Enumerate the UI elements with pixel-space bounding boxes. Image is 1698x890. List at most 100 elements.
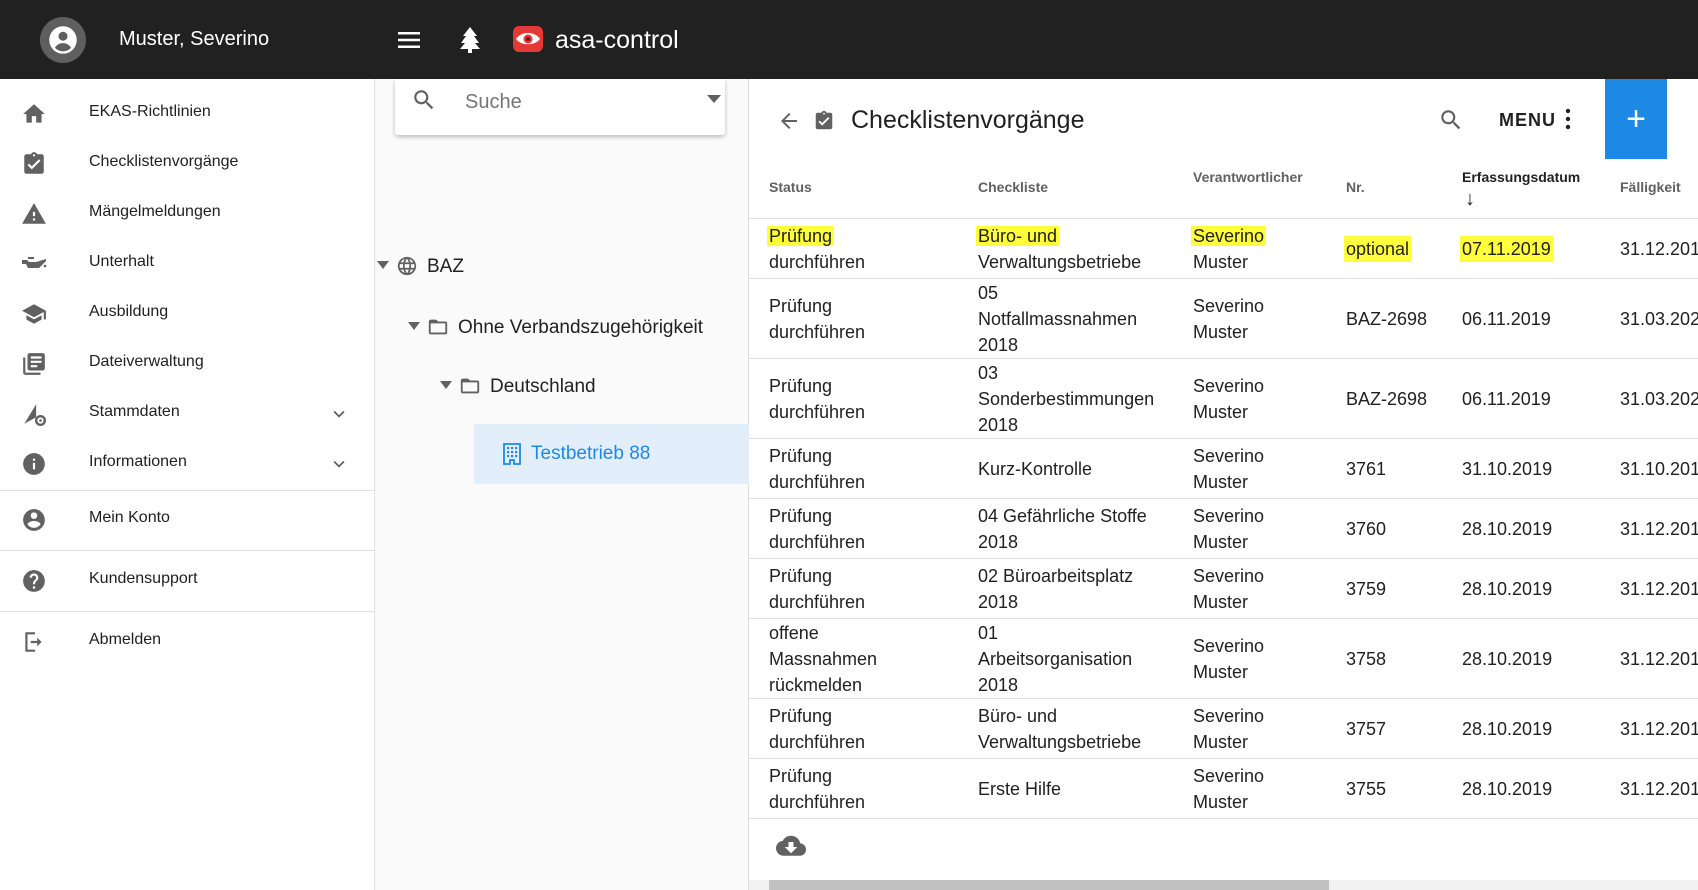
sidebar-item-informationen[interactable]: Informationen bbox=[0, 438, 374, 488]
cell-status: Prüfung durchführen bbox=[769, 703, 865, 755]
arrow-back-icon[interactable] bbox=[776, 109, 802, 133]
dropdown-arrow-icon[interactable] bbox=[707, 95, 721, 103]
tree-node-ohne-verbandszugehoerigkeit[interactable]: Ohne Verbandszugehörigkeit bbox=[406, 310, 726, 344]
column-header-verantwortlicher[interactable]: Verantwortlicher bbox=[1193, 169, 1303, 185]
cell-line: Prüfung bbox=[769, 506, 833, 526]
eye-logo-icon bbox=[513, 26, 543, 52]
page-header: Checklistenvorgänge MENU + bbox=[749, 79, 1698, 159]
sidebar-item-checklistenvorgaenge[interactable]: Checklistenvorgänge bbox=[0, 138, 374, 188]
table-row[interactable]: Prüfung durchführen 05 Notfallmassnahmen 20… bbox=[749, 279, 1698, 359]
cell-line: durchführen bbox=[769, 472, 866, 492]
add-label: + bbox=[1626, 100, 1646, 138]
sidebar-item-maengelmeldungen[interactable]: Mängelmeldungen bbox=[0, 188, 374, 238]
account-circle-icon bbox=[49, 26, 77, 54]
cloud-download-icon[interactable] bbox=[776, 834, 806, 860]
cell-verantwortlicher: Severino Muster bbox=[1193, 563, 1264, 615]
sort-arrow-down-icon[interactable]: ↓ bbox=[1465, 188, 1475, 211]
cell-verantwortlicher: Severino Muster bbox=[1191, 223, 1267, 275]
table-row[interactable]: Prüfung durchführen 02 Büroarbeitsplatz 20… bbox=[749, 559, 1698, 619]
sidebar-item-abmelden[interactable]: Abmelden bbox=[0, 616, 374, 666]
cell-line: Büro- und bbox=[976, 226, 1060, 246]
help-icon bbox=[23, 570, 45, 592]
cell-line: Verwaltungsbetriebe bbox=[978, 252, 1142, 272]
tree-node-baz[interactable]: BAZ bbox=[375, 249, 575, 283]
cell-line: Notfallmassnahmen bbox=[978, 309, 1138, 329]
cell-faelligkeit: 31.12.201 bbox=[1620, 239, 1698, 259]
brand-logo bbox=[512, 25, 544, 53]
cell-line: 05 bbox=[978, 283, 999, 303]
sidebar-item-label: Abmelden bbox=[89, 631, 162, 648]
tree-node-testbetrieb-88[interactable]: Testbetrieb 88 bbox=[474, 424, 750, 484]
table-row[interactable]: offene Massnahmen rückmelden 01 Arbeitsorga… bbox=[749, 619, 1698, 699]
cell-line: 2018 bbox=[978, 335, 1019, 355]
cell-nr: 3759 bbox=[1346, 579, 1387, 599]
settings-triangle-icon bbox=[24, 404, 47, 427]
scrollbar-thumb[interactable] bbox=[769, 880, 1329, 890]
sidebar-item-label: Mängelmeldungen bbox=[89, 203, 221, 220]
cell-nr: optional bbox=[1344, 236, 1412, 262]
sidebar-item-label: Informationen bbox=[89, 453, 187, 470]
sidebar-item-label: Ausbildung bbox=[89, 303, 169, 320]
cell-faelligkeit: 31.12.201 bbox=[1620, 719, 1698, 739]
sidebar-item-unterhalt[interactable]: Unterhalt bbox=[0, 238, 374, 288]
logout-icon bbox=[25, 632, 42, 652]
search-icon[interactable] bbox=[1438, 107, 1464, 133]
menu-button[interactable]: MENU bbox=[1499, 110, 1556, 131]
sidebar-item-label: Stammdaten bbox=[89, 403, 180, 420]
table-row[interactable]: Prüfung durchführen 03 Sonderbestimmungen 2… bbox=[749, 359, 1698, 439]
table-row[interactable]: Prüfung durchführen Büro- und Verwaltungsb… bbox=[749, 699, 1698, 759]
cell-line: Prüfung bbox=[769, 566, 833, 586]
column-header-checkliste[interactable]: Checkliste bbox=[978, 179, 1048, 195]
tree-node-deutschland[interactable]: Deutschland bbox=[438, 369, 658, 403]
cell-line: Muster bbox=[1193, 402, 1249, 422]
table-row[interactable]: Prüfung durchführen Erste Hilfe Severino M… bbox=[749, 759, 1698, 819]
horizontal-scrollbar[interactable] bbox=[749, 880, 1698, 890]
sidebar-item-dateiverwaltung[interactable]: Dateiverwaltung bbox=[0, 338, 374, 388]
sidebar-item-ekas-richtlinien[interactable]: EKAS-Richtlinien bbox=[0, 88, 374, 138]
tree-node-label: Testbetrieb 88 bbox=[531, 443, 651, 464]
sidebar-item-kundensupport[interactable]: Kundensupport bbox=[0, 555, 374, 605]
cell-faelligkeit: 31.12.201 bbox=[1620, 519, 1698, 539]
tree-search-field[interactable]: Suche bbox=[395, 79, 725, 135]
column-header-nr[interactable]: Nr. bbox=[1346, 179, 1365, 195]
column-header-status[interactable]: Status bbox=[769, 179, 812, 195]
caret-down-icon[interactable] bbox=[440, 381, 452, 389]
sidebar-item-ausbildung[interactable]: Ausbildung bbox=[0, 288, 374, 338]
caret-down-icon[interactable] bbox=[408, 322, 420, 330]
building-icon bbox=[503, 443, 521, 465]
page-title: Checklistenvorgänge bbox=[851, 106, 1085, 134]
column-header-erfassungsdatum[interactable]: Erfassungsdatum bbox=[1462, 169, 1580, 185]
table-row[interactable]: Prüfung durchführen 04 Gefährliche Stoffe… bbox=[749, 499, 1698, 559]
cell-line: durchführen bbox=[769, 532, 866, 552]
cell-checkliste: 05 Notfallmassnahmen 2018 bbox=[978, 280, 1137, 358]
cell-line: 2018 bbox=[978, 675, 1019, 695]
cell-faelligkeit: 31.03.202 bbox=[1620, 389, 1698, 409]
add-button[interactable]: + bbox=[1605, 79, 1667, 159]
column-header-faelligkeit[interactable]: Fälligkeit bbox=[1620, 179, 1681, 195]
hamburger-menu-button[interactable] bbox=[397, 28, 421, 52]
cell-status: Prüfung durchführen bbox=[769, 503, 865, 555]
tree-view-button[interactable] bbox=[457, 26, 483, 54]
divider bbox=[0, 490, 374, 491]
user-avatar[interactable] bbox=[40, 17, 86, 63]
info-icon bbox=[23, 453, 45, 475]
cell-line: Prüfung bbox=[767, 226, 835, 246]
caret-down-icon[interactable] bbox=[377, 261, 389, 269]
cell-checkliste: Erste Hilfe bbox=[978, 779, 1062, 799]
cell-line: Severino bbox=[1193, 296, 1265, 316]
cell-verantwortlicher: Severino Muster bbox=[1193, 293, 1264, 345]
globe-icon bbox=[397, 256, 417, 276]
cell-line: Sonderbestimmungen bbox=[978, 389, 1155, 409]
cell-checkliste: 03 Sonderbestimmungen 2018 bbox=[978, 360, 1154, 438]
sidebar-item-stammdaten[interactable]: Stammdaten bbox=[0, 388, 374, 438]
table-row[interactable]: Prüfung durchführen Büro- und Verwaltungsb… bbox=[749, 219, 1698, 279]
table-row[interactable]: Prüfung durchführen Kurz-Kontrolle Severi… bbox=[749, 439, 1698, 499]
warning-icon bbox=[22, 203, 46, 224]
more-vert-icon[interactable] bbox=[1564, 108, 1572, 130]
cell-erfassungsdatum: 28.10.2019 bbox=[1462, 649, 1553, 669]
cell-verantwortlicher: Severino Muster bbox=[1193, 443, 1264, 495]
sidebar-item-mein-konto[interactable]: Mein Konto bbox=[0, 494, 374, 544]
cell-line: Arbeitsorganisation bbox=[978, 649, 1133, 669]
cell-line: durchführen bbox=[769, 592, 866, 612]
cell-status: offene Massnahmen rückmelden bbox=[769, 620, 877, 698]
